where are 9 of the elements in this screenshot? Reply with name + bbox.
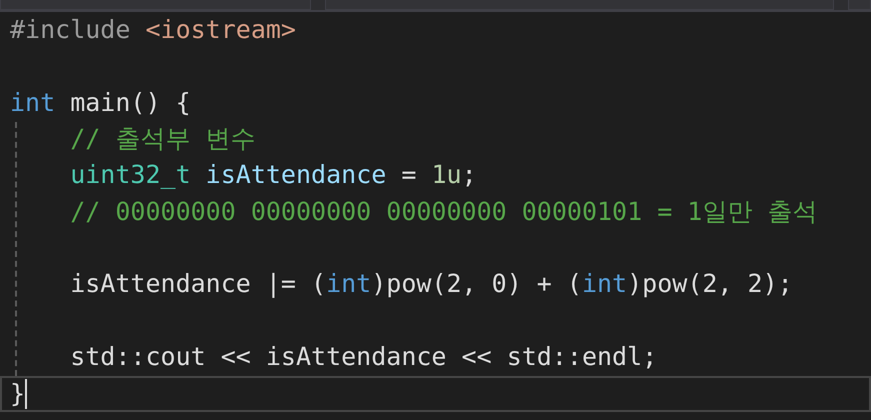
code-line: uint32_t isAttendance = 1u; (69, 160, 477, 190)
code-line: // 출석부 변수 (69, 124, 256, 154)
code-line: isAttendance |= (int)pow(2, 0) + (int)pow(2, 2); (69, 269, 793, 300)
code-line: // 00000000 00000000 00000000 00000101 = 1일만 출석 (69, 196, 818, 227)
text-caret (25, 378, 28, 409)
code-line: std::cout << isAttendance << std::endl; (69, 342, 658, 372)
code-line: #include <iostream> (10, 15, 296, 46)
code-line: int main() { (10, 88, 191, 118)
code-line: } (10, 378, 26, 409)
